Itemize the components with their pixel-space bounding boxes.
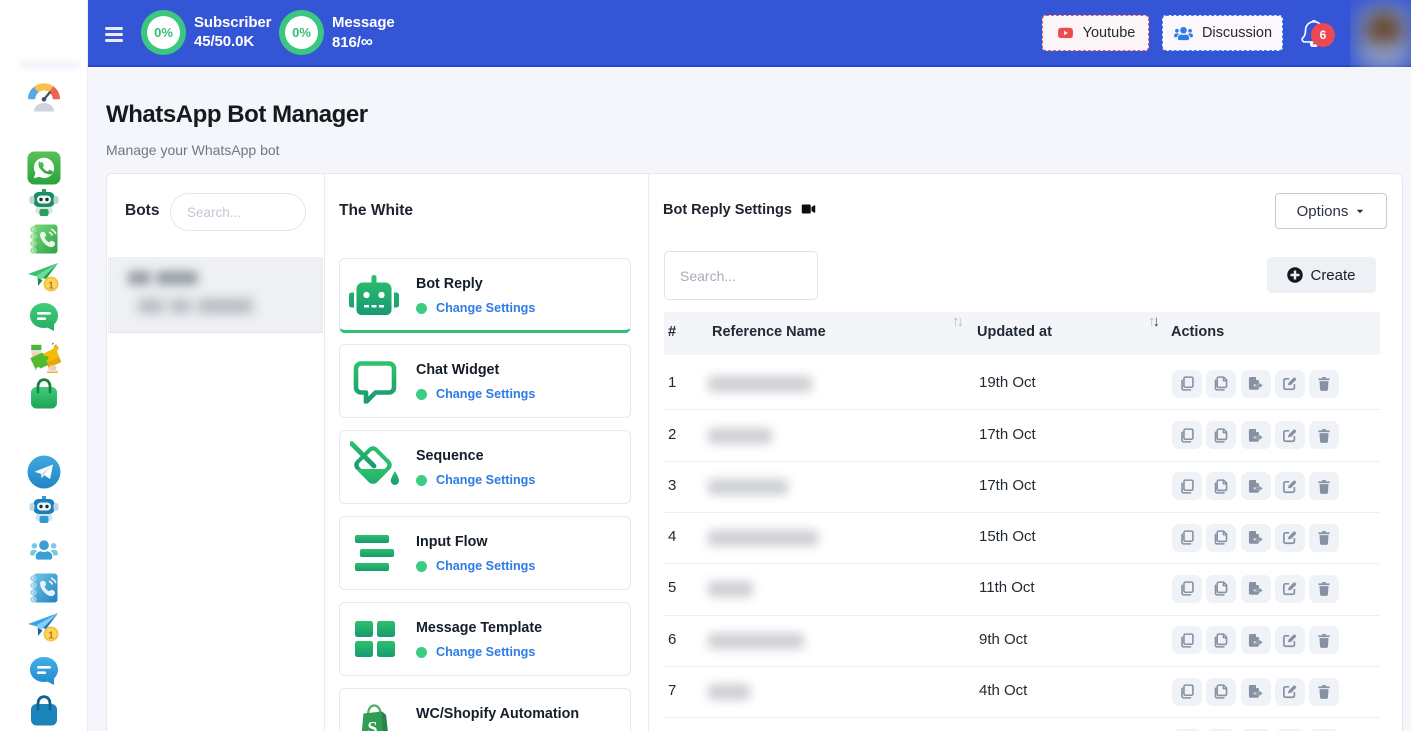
svg-text:S: S: [367, 718, 377, 731]
svg-text:1: 1: [48, 280, 54, 291]
svg-text:1: 1: [48, 630, 54, 641]
